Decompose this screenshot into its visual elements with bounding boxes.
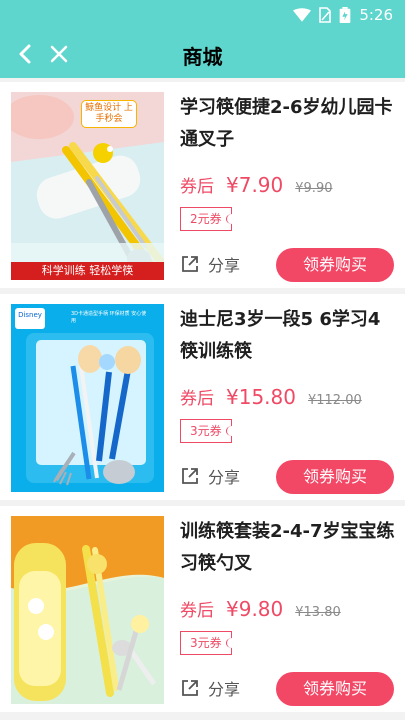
disney-chopsticks-photo	[11, 304, 164, 492]
share-icon	[182, 468, 198, 484]
status-bar: 5:26	[0, 0, 405, 30]
price-label: 券后	[180, 177, 214, 197]
product-image[interactable]: 鲸鱼设计 上手秒会 科学训练 轻松学筷	[11, 92, 164, 280]
product-card[interactable]: 鲸鱼设计 上手秒会 科学训练 轻松学筷 学习筷便捷2-6岁幼儿园卡通叉子 券后 …	[0, 82, 405, 288]
battery-icon	[339, 7, 351, 23]
coupon-badge: 2元券	[180, 207, 237, 231]
product-title[interactable]: 迪士尼3岁一段5 6学习4筷训练筷	[180, 304, 395, 368]
price-row: 券后 ¥15.80 ¥112.00	[180, 384, 362, 409]
wifi-icon	[293, 8, 312, 22]
share-icon	[182, 256, 198, 272]
training-chopsticks-photo	[11, 516, 164, 704]
original-price: ¥112.00	[307, 393, 362, 408]
sim-icon	[319, 7, 332, 23]
claim-coupon-buy-button[interactable]: 领券购买	[276, 460, 394, 494]
claim-coupon-buy-button[interactable]: 领券购买	[276, 672, 394, 706]
discounted-price: ¥9.80	[226, 597, 284, 621]
share-button[interactable]: 分享	[180, 676, 240, 700]
price-label: 券后	[180, 389, 214, 409]
page-title: 商城	[182, 45, 223, 69]
share-label: 分享	[208, 468, 241, 487]
price-label: 券后	[180, 601, 214, 621]
product-image[interactable]	[11, 516, 164, 704]
image-caption: 3D卡通造型手柄 环保材质 安心使用	[71, 311, 147, 324]
coupon-badge: 3元券	[180, 419, 237, 443]
product-title[interactable]: 训练筷套装2-4-7岁宝宝练习筷勺叉	[180, 516, 395, 580]
status-time: 5:26	[359, 6, 393, 24]
share-icon	[182, 680, 198, 696]
claim-coupon-buy-button[interactable]: 领券购买	[276, 248, 394, 282]
original-price: ¥9.90	[295, 181, 333, 196]
product-card[interactable]: Disney 3D卡通造型手柄 环保材质 安心使用 迪士尼3岁一段5 6学习4筷…	[0, 294, 405, 500]
share-button[interactable]: 分享	[180, 464, 240, 488]
top-navigation: 商城	[0, 30, 405, 78]
share-label: 分享	[208, 256, 241, 275]
price-row: 券后 ¥7.90 ¥9.90	[180, 172, 332, 197]
share-label: 分享	[208, 680, 241, 699]
share-button[interactable]: 分享	[180, 252, 240, 276]
product-image[interactable]: Disney 3D卡通造型手柄 环保材质 安心使用	[11, 304, 164, 492]
product-title[interactable]: 学习筷便捷2-6岁幼儿园卡通叉子	[180, 92, 395, 156]
price-row: 券后 ¥9.80 ¥13.80	[180, 596, 341, 621]
discounted-price: ¥15.80	[226, 385, 296, 409]
discounted-price: ¥7.90	[226, 173, 284, 197]
brand-logo: Disney	[18, 311, 42, 319]
original-price: ¥13.80	[295, 605, 341, 620]
image-banner-text: 科学训练 轻松学筷	[11, 262, 164, 280]
coupon-badge: 3元券	[180, 631, 237, 655]
product-card[interactable]: 训练筷套装2-4-7岁宝宝练习筷勺叉 券后 ¥9.80 ¥13.80 3元券 分…	[0, 506, 405, 712]
image-tag: 鲸鱼设计 上手秒会	[81, 100, 137, 128]
